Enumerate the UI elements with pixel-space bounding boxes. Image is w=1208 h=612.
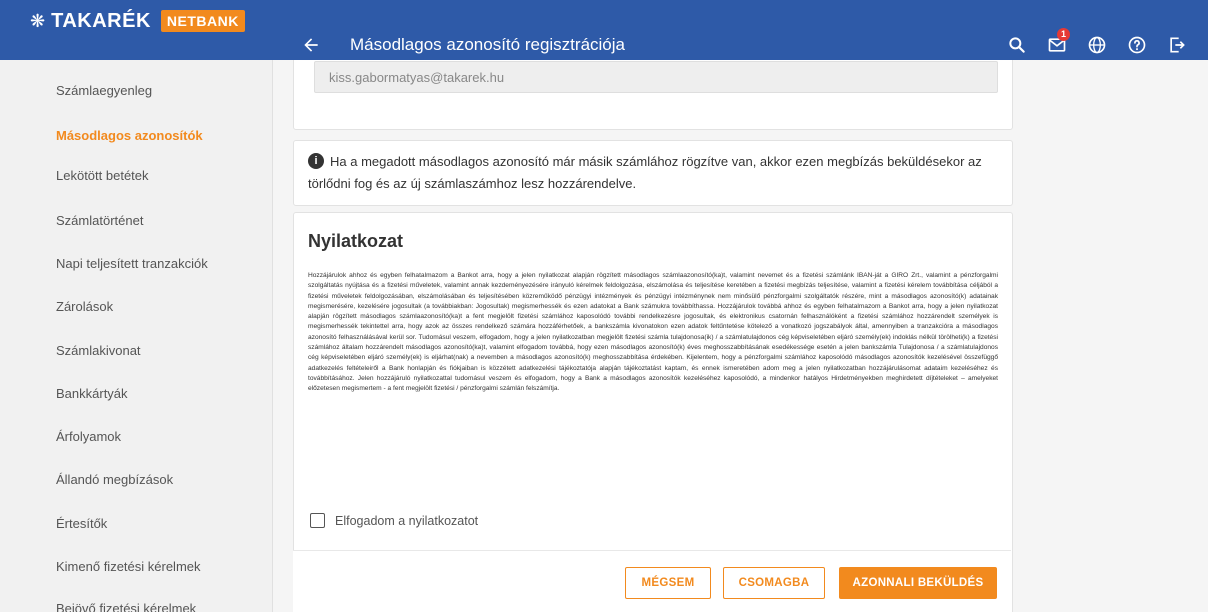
accept-label: Elfogadom a nyilatkozatot (335, 513, 479, 528)
help-icon[interactable] (1124, 32, 1150, 58)
accept-declaration-checkbox[interactable]: Elfogadom a nyilatkozatot (310, 513, 478, 528)
header-actions: 1 (1004, 28, 1190, 58)
sidebar-item-szamlaegyenleg[interactable]: Számlaegyenleg (56, 82, 152, 100)
email-card: kiss.gabormatyas@takarek.hu (293, 60, 1013, 130)
secondary-id-email-field[interactable]: kiss.gabormatyas@takarek.hu (314, 61, 998, 93)
page-title: Másodlagos azonosító regisztrációja (350, 35, 625, 54)
sidebar-item-bejovo-kerelmek[interactable]: Bejövő fizetési kérelmek (56, 600, 196, 612)
info-text: Ha a megadott másodlagos azonosító már m… (308, 154, 982, 191)
logo-text: TAKARÉK (51, 10, 151, 32)
info-card: i Ha a megadott másodlagos azonosító már… (293, 140, 1013, 206)
takarek-logo[interactable]: ❋ TAKARÉK NETBANK (30, 8, 245, 34)
checkbox-box[interactable] (310, 513, 325, 528)
logo-mark-icon: ❋ (30, 11, 46, 31)
sidebar-item-napi-tranzakciok[interactable]: Napi teljesített tranzakciók (56, 255, 208, 273)
sidebar-item-arfolyamok[interactable]: Árfolyamok (56, 428, 121, 446)
sidebar-item-szamlakivonat[interactable]: Számlakivonat (56, 342, 141, 360)
back-arrow-icon[interactable] (298, 32, 324, 58)
sidebar-item-lekotott-betetek[interactable]: Lekötött betétek (56, 167, 149, 185)
sidebar-item-masodlagos-azonositok[interactable]: Másodlagos azonosítók (56, 127, 203, 145)
declaration-body: Hozzájárulok ahhoz és egyben felhatalmaz… (308, 272, 998, 393)
main-content: kiss.gabormatyas@takarek.hu i Ha a megad… (273, 60, 1208, 612)
netbank-badge: NETBANK (160, 10, 245, 32)
logout-icon[interactable] (1164, 32, 1190, 58)
declaration-title: Nyilatkozat (308, 231, 404, 251)
notification-badge: 1 (1057, 28, 1070, 41)
mail-icon[interactable]: 1 (1044, 28, 1070, 58)
sidebar-item-ertesitok[interactable]: Értesítők (56, 515, 107, 533)
sidebar-item-zarolasok[interactable]: Zárolások (56, 298, 113, 316)
sidebar-item-bankkartyak[interactable]: Bankkártyák (56, 385, 128, 403)
sidebar-item-kimeno-kerelmek[interactable]: Kimenő fizetési kérelmek (56, 558, 201, 576)
search-icon[interactable] (1004, 32, 1030, 58)
action-bar: MÉGSEM CSOMAGBA AZONNALI BEKÜLDÉS (293, 550, 1011, 612)
globe-icon[interactable] (1084, 32, 1110, 58)
cancel-button[interactable]: MÉGSEM (625, 567, 711, 599)
sidebar-item-allando-megbizasok[interactable]: Állandó megbízások (56, 471, 173, 489)
package-button[interactable]: CSOMAGBA (723, 567, 825, 599)
sidebar-nav: Számlaegyenleg Másodlagos azonosítók Lek… (0, 60, 273, 612)
send-now-button[interactable]: AZONNALI BEKÜLDÉS (839, 567, 997, 599)
sidebar-item-szamlatortenet[interactable]: Számlatörténet (56, 212, 143, 230)
